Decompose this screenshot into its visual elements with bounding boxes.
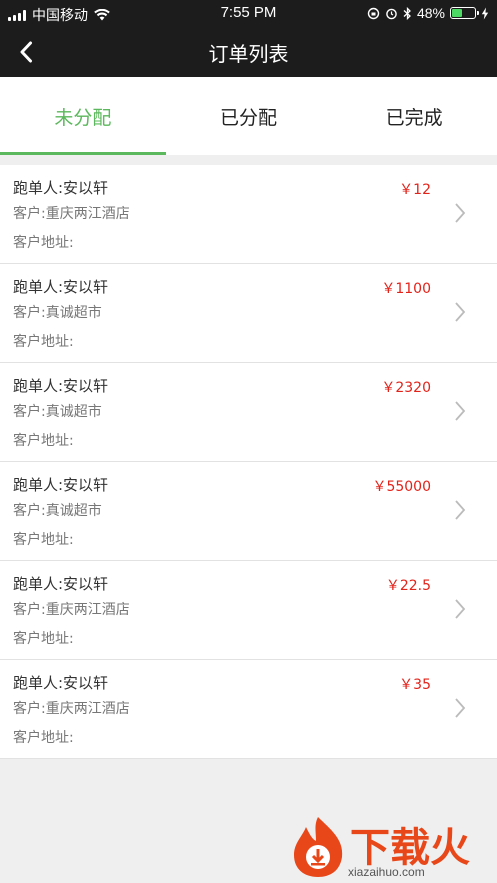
customer-label: 客户:真诚超市 [13,503,102,519]
page-title: 订单列表 [208,42,289,66]
status-right: 48% [367,5,489,21]
price-label: ￥2320 [381,380,431,396]
price-label: ￥12 [399,182,431,198]
customer-label: 客户:重庆两江酒店 [13,701,130,717]
flame-logo-icon [294,817,343,877]
order-list: 跑单人:安以轩 客户:重庆两江酒店 客户地址: ￥12 跑单人:安以轩 客户:真… [0,165,497,759]
battery-percent: 48% [416,5,445,21]
tab-bar: 未分配 已分配 已完成 [0,77,497,155]
address-label: 客户地址: [13,730,74,746]
price-label: ￥1100 [381,281,431,297]
runner-label: 跑单人:安以轩 [13,278,109,296]
order-item[interactable]: 跑单人:安以轩 客户:真诚超市 客户地址: ￥2320 [0,363,497,462]
customer-label: 客户:重庆两江酒店 [13,206,130,222]
chevron-right-icon [455,203,466,223]
tab-completed[interactable]: 已完成 [331,77,497,155]
tab-unassigned[interactable]: 未分配 [0,77,166,155]
runner-label: 跑单人:安以轩 [13,674,109,692]
order-item[interactable]: 跑单人:安以轩 客户:重庆两江酒店 客户地址: ￥22.5 [0,561,497,660]
nav-bar: 订单列表 [0,26,497,77]
chevron-right-icon [455,698,466,718]
chevron-right-icon [455,401,466,421]
battery-icon [450,7,479,19]
customer-label: 客户:重庆两江酒店 [13,602,130,618]
customer-label: 客户:真诚超市 [13,404,102,420]
runner-label: 跑单人:安以轩 [13,377,109,395]
order-item[interactable]: 跑单人:安以轩 客户:真诚超市 客户地址: ￥1100 [0,264,497,363]
alarm-icon [386,8,397,19]
bluetooth-icon [403,6,411,20]
order-item[interactable]: 跑单人:安以轩 客户:重庆两江酒店 客户地址: ￥35 [0,660,497,759]
watermark-logo: 下载火 xiazaihuo.com [290,815,495,881]
runner-label: 跑单人:安以轩 [13,179,109,197]
price-label: ￥55000 [372,479,431,495]
order-item[interactable]: 跑单人:安以轩 客户:真诚超市 客户地址: ￥55000 [0,462,497,561]
runner-label: 跑单人:安以轩 [13,476,109,494]
charging-icon [481,7,489,19]
chevron-right-icon [455,500,466,520]
battery-fill [452,9,462,17]
order-item[interactable]: 跑单人:安以轩 客户:重庆两江酒店 客户地址: ￥12 [0,165,497,264]
address-label: 客户地址: [13,532,74,548]
address-label: 客户地址: [13,334,74,350]
watermark-url: xiazaihuo.com [348,865,425,879]
chevron-right-icon [455,302,466,322]
customer-label: 客户:真诚超市 [13,305,102,321]
address-label: 客户地址: [13,631,74,647]
address-label: 客户地址: [13,235,74,251]
address-label: 客户地址: [13,433,74,449]
runner-label: 跑单人:安以轩 [13,575,109,593]
price-label: ￥22.5 [385,578,431,594]
price-label: ￥35 [399,677,431,693]
orientation-lock-icon [367,7,380,19]
tab-assigned[interactable]: 已分配 [166,77,332,155]
status-bar: 中国移动 7:55 PM 48% [0,0,497,26]
chevron-right-icon [455,599,466,619]
